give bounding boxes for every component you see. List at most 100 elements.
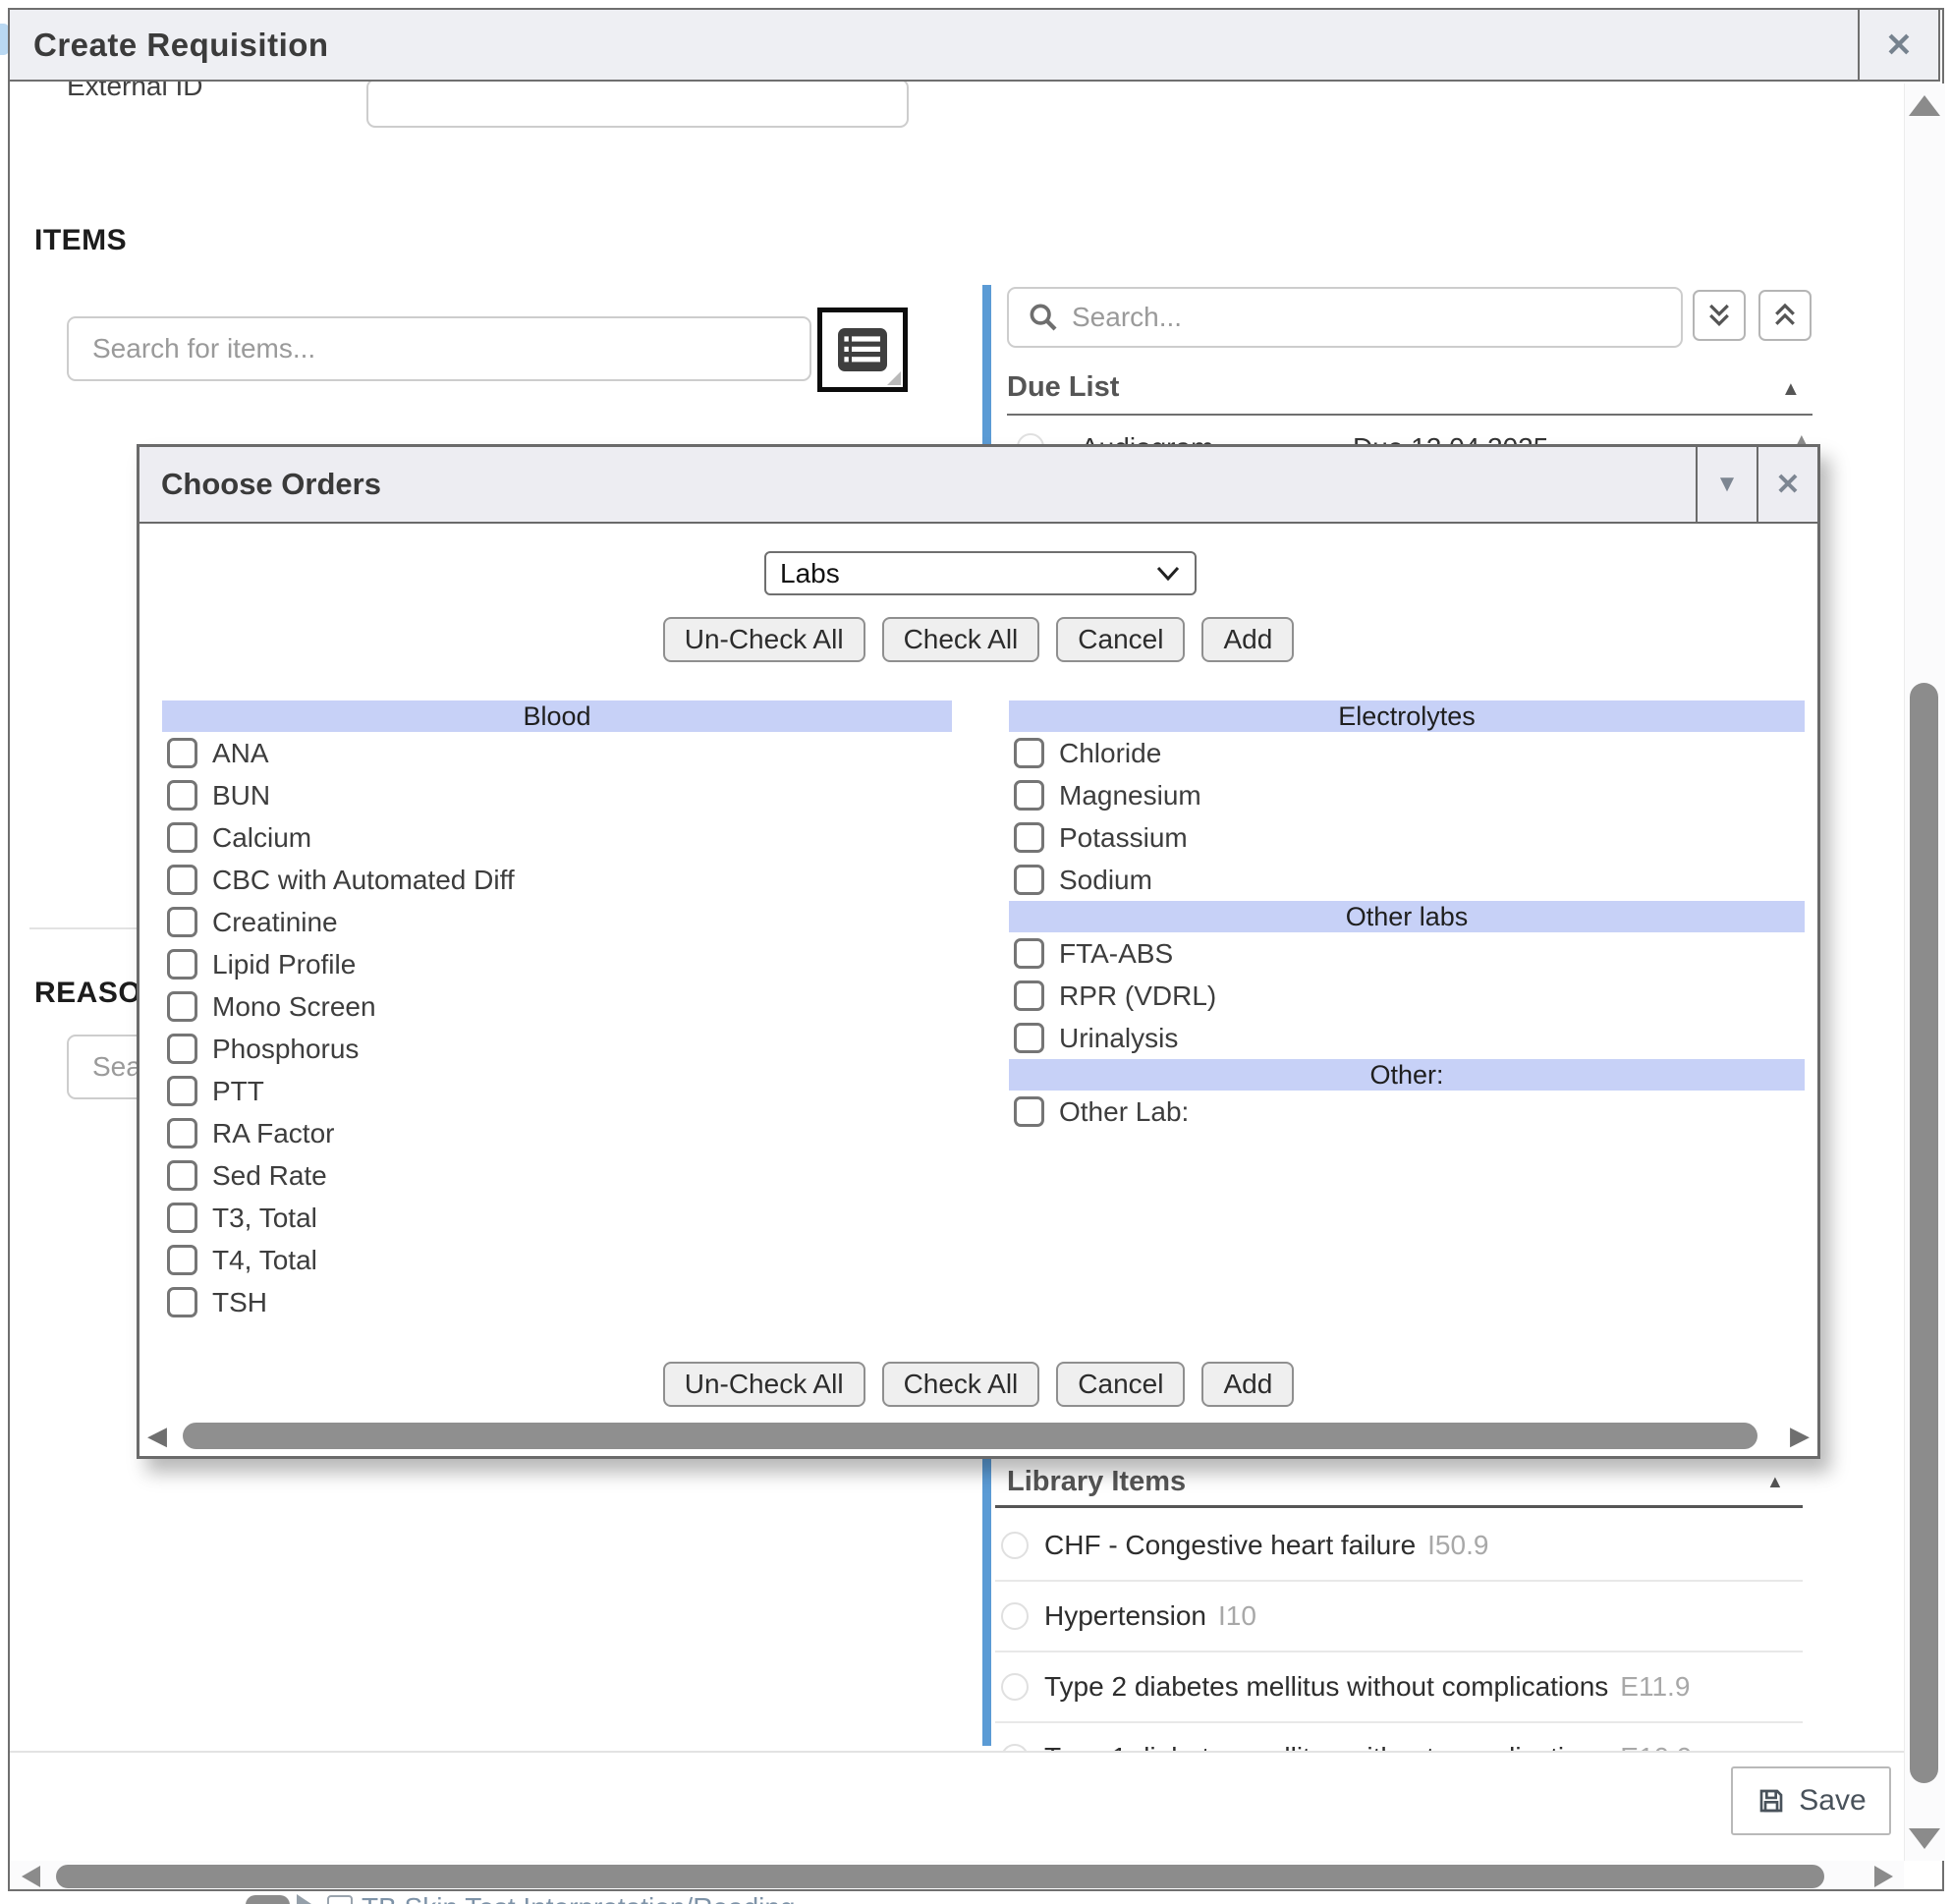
library-item-radio[interactable] — [1001, 1602, 1029, 1630]
order-checkbox[interactable] — [167, 738, 197, 768]
dialog-title: Create Requisition — [10, 27, 329, 64]
order-category-select[interactable]: Labs — [764, 551, 1197, 595]
scroll-right-icon[interactable]: ▶ — [1790, 1423, 1810, 1449]
order-label: RA Factor — [212, 1118, 334, 1149]
order-checkbox[interactable] — [167, 1034, 197, 1064]
cancel-button[interactable]: Cancel — [1056, 1362, 1185, 1407]
order-group-header: Other labs — [1009, 901, 1805, 932]
section-divider — [29, 927, 137, 929]
hscroll-thumb[interactable] — [56, 1865, 1824, 1888]
order-checkbox[interactable] — [1014, 738, 1044, 768]
cancel-button[interactable]: Cancel — [1056, 617, 1185, 662]
order-label: BUN — [212, 780, 270, 812]
scroll-left-icon[interactable]: ◀ — [147, 1423, 167, 1449]
order-checkbox[interactable] — [167, 1287, 197, 1317]
order-checkbox[interactable] — [1014, 822, 1044, 853]
order-label: Creatinine — [212, 907, 338, 938]
order-checkbox-row: Calcium — [162, 816, 952, 859]
dialog-close-button[interactable]: ✕ — [1858, 10, 1938, 80]
order-checkbox[interactable] — [167, 780, 197, 811]
order-label: Calcium — [212, 822, 311, 854]
modal-close-button[interactable]: ✕ — [1757, 447, 1817, 522]
due-list-collapse-caret[interactable]: ▲ — [1781, 379, 1801, 399]
library-item-code: E11.9 — [1620, 1671, 1690, 1703]
order-checkbox[interactable] — [167, 1203, 197, 1233]
scroll-right-icon[interactable] — [1874, 1866, 1893, 1887]
items-catalog-button[interactable] — [817, 308, 908, 392]
order-checkbox[interactable] — [167, 907, 197, 937]
scroll-down-icon[interactable] — [1909, 1828, 1940, 1849]
order-checkbox[interactable] — [1014, 938, 1044, 969]
library-item-radio[interactable] — [1001, 1744, 1029, 1751]
save-button[interactable]: Save — [1731, 1766, 1891, 1835]
expand-triangle-icon[interactable] — [297, 1894, 311, 1904]
modal-collapse-button[interactable]: ▼ — [1696, 447, 1757, 522]
library-item-code: E10.9 — [1620, 1742, 1692, 1751]
order-checkbox[interactable] — [167, 949, 197, 980]
order-checkbox[interactable] — [1014, 865, 1044, 895]
order-category-value: Labs — [780, 558, 840, 589]
due-list-header: Due List — [1007, 371, 1119, 404]
external-id-field[interactable] — [366, 79, 909, 128]
vscroll-thumb[interactable] — [1910, 683, 1938, 1783]
due-list-search-input[interactable]: Search... — [1007, 287, 1683, 348]
order-checkbox-row: CBC with Automated Diff — [162, 859, 952, 901]
uncheck-all-button[interactable]: Un-Check All — [663, 617, 865, 662]
order-label: Other Lab: — [1059, 1096, 1189, 1128]
library-item-radio[interactable] — [1001, 1532, 1029, 1559]
order-label: CBC with Automated Diff — [212, 865, 515, 896]
double-chevron-down-icon — [1704, 301, 1734, 330]
order-checkbox-row: BUN — [162, 774, 952, 816]
horizontal-scrollbar — [10, 1861, 1904, 1889]
order-checkbox[interactable] — [1014, 780, 1044, 811]
order-label: Magnesium — [1059, 780, 1201, 812]
order-checkbox-row: TSH — [162, 1281, 952, 1323]
library-item-code: I50.9 — [1427, 1530, 1488, 1561]
choose-orders-modal: Choose Orders ▼ ✕ Labs Un-Check All Chec… — [137, 444, 1820, 1459]
items-search-input[interactable]: Search for items... — [67, 316, 811, 381]
due-list-divider — [1007, 414, 1813, 416]
library-item-row[interactable]: Type 1 diabetes mellitus without complic… — [995, 1723, 1803, 1751]
order-checkbox[interactable] — [1014, 980, 1044, 1011]
scroll-up-icon[interactable] — [1909, 95, 1940, 116]
clipped-checkbox[interactable] — [327, 1895, 353, 1904]
library-item-row[interactable]: HypertensionI10 — [995, 1582, 1803, 1652]
library-item-name: CHF - Congestive heart failure — [1044, 1530, 1416, 1561]
order-checkbox[interactable] — [1014, 1023, 1044, 1053]
order-checkbox[interactable] — [167, 1160, 197, 1191]
order-label: Phosphorus — [212, 1034, 359, 1065]
orders-column-left: BloodANABUNCalciumCBC with Automated Dif… — [162, 700, 952, 1323]
due-search-placeholder: Search... — [1060, 302, 1182, 333]
order-checkbox-row: Sodium — [1009, 859, 1805, 901]
library-item-radio[interactable] — [1001, 1673, 1029, 1701]
add-button[interactable]: Add — [1201, 1362, 1294, 1407]
order-checkbox[interactable] — [167, 1118, 197, 1148]
order-checkbox[interactable] — [167, 991, 197, 1022]
items-search-placeholder: Search for items... — [69, 333, 315, 364]
order-checkbox[interactable] — [167, 1076, 197, 1106]
order-checkbox-row: Lipid Profile — [162, 943, 952, 985]
modal-hscroll-thumb[interactable] — [183, 1423, 1757, 1449]
order-checkbox[interactable] — [1014, 1096, 1044, 1127]
library-item-row[interactable]: Type 2 diabetes mellitus without complic… — [995, 1652, 1803, 1723]
collapse-all-button[interactable] — [1758, 290, 1812, 341]
order-checkbox[interactable] — [167, 822, 197, 853]
scroll-left-icon[interactable] — [22, 1866, 40, 1887]
order-label: Sed Rate — [212, 1160, 327, 1192]
library-item-name: Type 2 diabetes mellitus without complic… — [1044, 1671, 1608, 1703]
expand-all-button[interactable] — [1693, 290, 1746, 341]
order-group-header: Electrolytes — [1009, 700, 1805, 732]
clipped-scroll-thumb — [246, 1895, 290, 1904]
check-all-button[interactable]: Check All — [882, 617, 1040, 662]
library-item-row[interactable]: CHF - Congestive heart failure I50.9 — [995, 1511, 1803, 1582]
dialog-titlebar: Create Requisition ✕ — [8, 8, 1940, 82]
add-button[interactable]: Add — [1201, 617, 1294, 662]
order-checkbox[interactable] — [167, 865, 197, 895]
order-checkbox[interactable] — [167, 1245, 197, 1275]
check-all-button[interactable]: Check All — [882, 1362, 1040, 1407]
due-list-partial-row[interactable]: Audiogram Due 12.04.2025 — [1007, 430, 1783, 445]
library-items-collapse-caret[interactable]: ▲ — [1766, 1472, 1784, 1491]
order-label: FTA-ABS — [1059, 938, 1173, 970]
order-label: ANA — [212, 738, 269, 769]
uncheck-all-button[interactable]: Un-Check All — [663, 1362, 865, 1407]
